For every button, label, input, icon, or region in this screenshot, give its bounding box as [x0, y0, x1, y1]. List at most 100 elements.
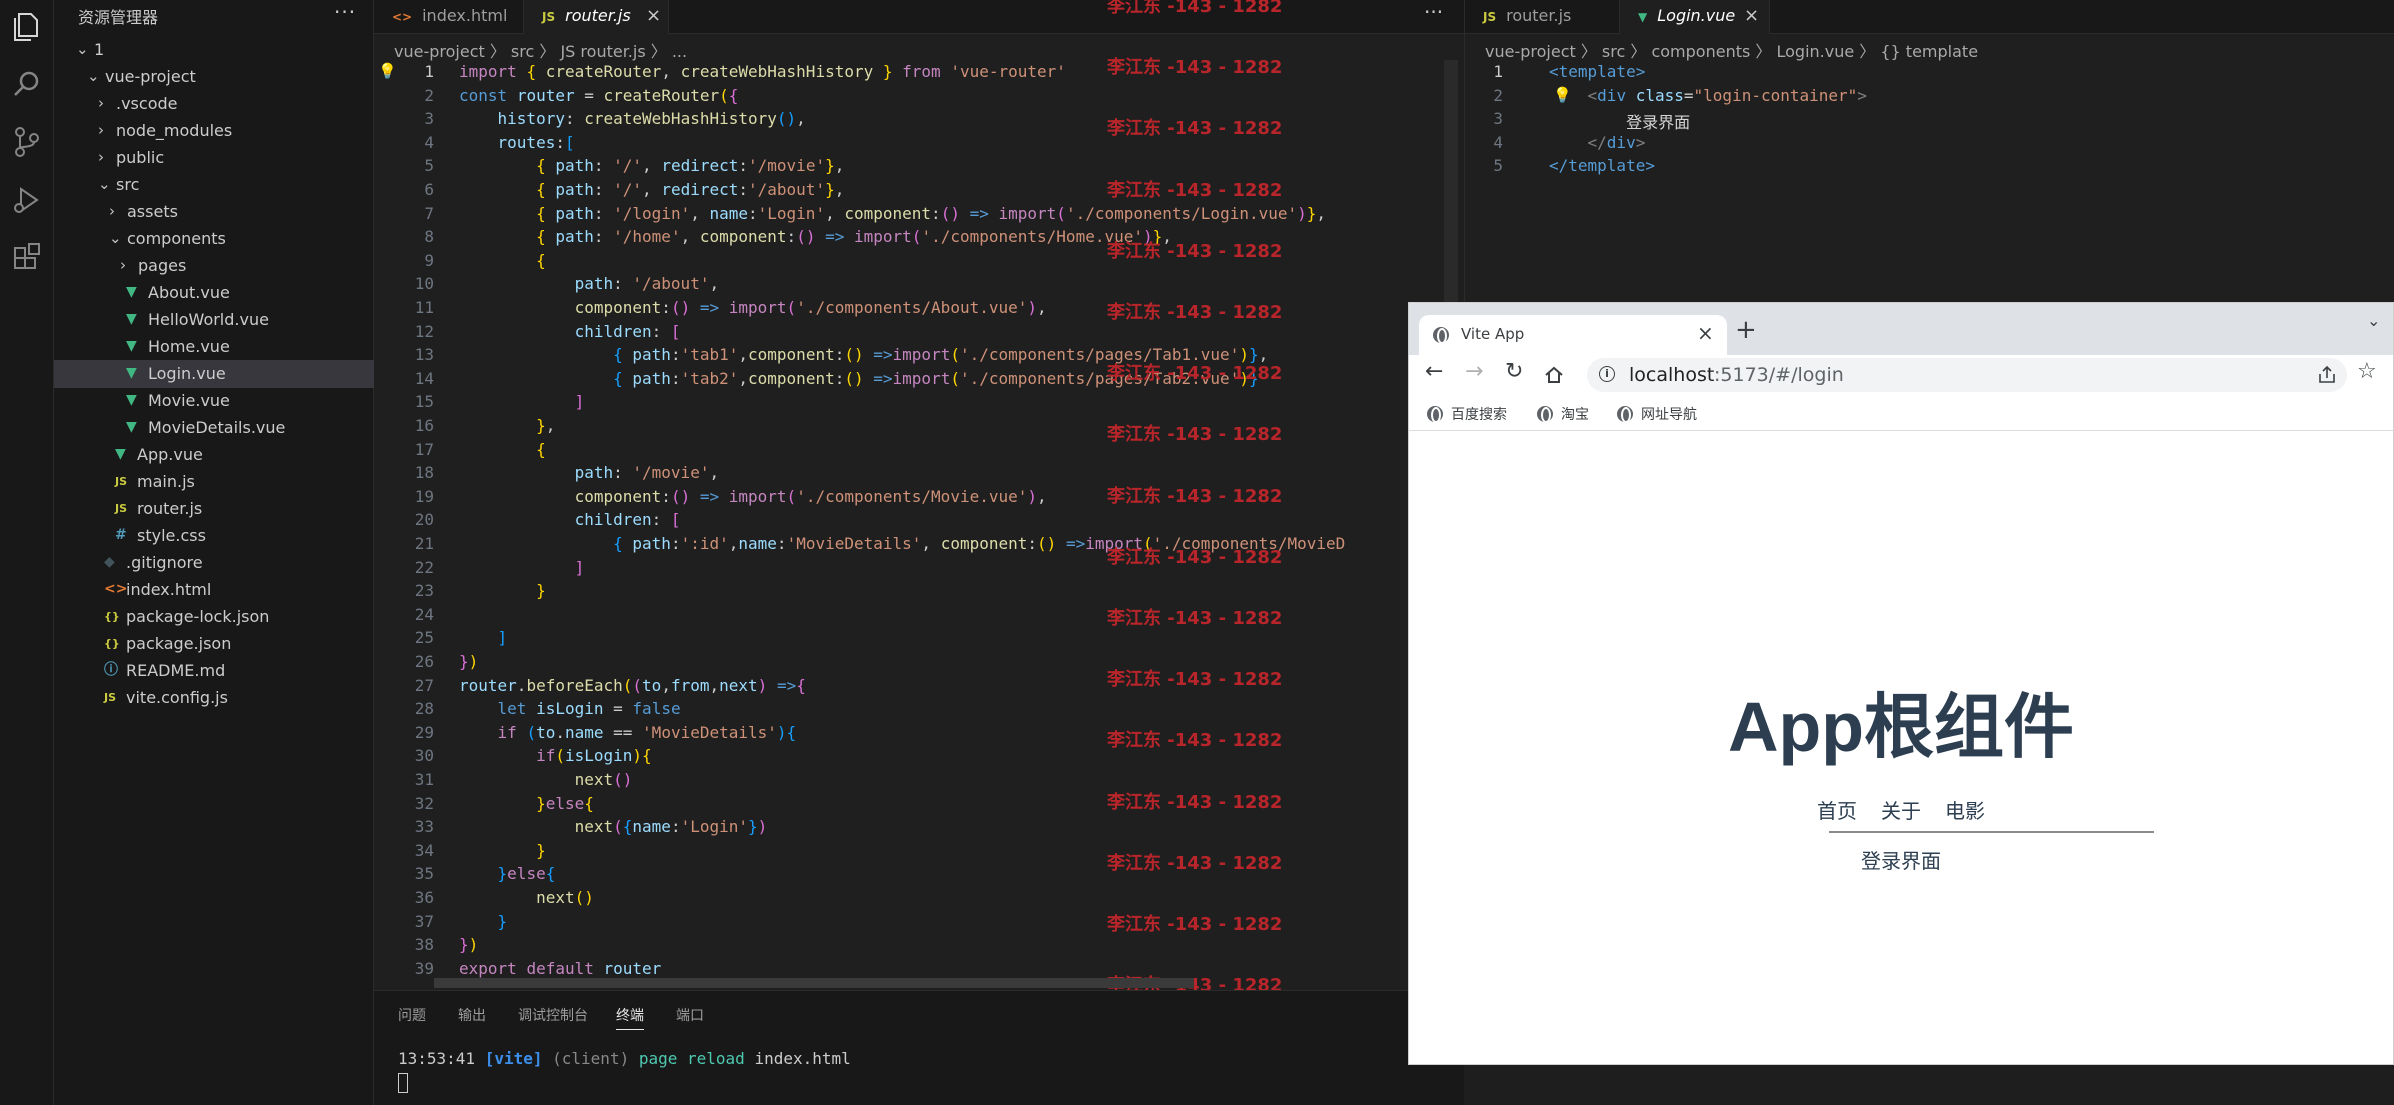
editor-more-icon[interactable]: ··· [1424, 0, 1443, 24]
back-icon[interactable]: ← [1425, 359, 1443, 384]
code-line[interactable]: router.beforeEach((to,from,next) =>{ [459, 676, 806, 695]
tree-item[interactable]: › pages [54, 252, 374, 280]
horizontal-scrollbar[interactable] [434, 978, 1194, 988]
nav-link-home[interactable]: 首页 [1817, 799, 1857, 823]
code-line[interactable]: <div class="login-container"> [1549, 86, 1867, 105]
bookmark-baidu[interactable]: 百度搜索 [1427, 404, 1507, 424]
browser-tab[interactable]: Vite App × [1419, 315, 1727, 355]
star-icon[interactable]: ☆ [2357, 359, 2377, 384]
lightbulb-icon[interactable]: 💡 [378, 62, 397, 80]
tree-item[interactable]: ▼ Movie.vue [54, 387, 374, 415]
code-line[interactable]: { path: '/login', name:'Login', componen… [459, 204, 1326, 223]
new-tab-button[interactable]: + [1735, 315, 1757, 345]
tree-item[interactable]: ⌄ 1 [54, 36, 374, 64]
code-line[interactable]: let isLogin = false [459, 699, 681, 718]
tree-item[interactable]: ▼ App.vue [54, 441, 374, 469]
code-line[interactable]: next({name:'Login'}) [459, 817, 768, 836]
breadcrumb[interactable]: vue-project 〉 src 〉 components 〉 Login.v… [1485, 38, 1978, 62]
breadcrumb[interactable]: vue-project 〉 src 〉 JS router.js 〉 ... [394, 38, 687, 62]
tree-item[interactable]: JS vite.config.js [54, 684, 374, 712]
code-line[interactable]: }) [459, 935, 478, 954]
panel-tab[interactable]: 终端 [616, 1005, 644, 1030]
code-line[interactable]: { [459, 251, 546, 270]
close-icon[interactable]: × [1744, 0, 1759, 32]
tree-item[interactable]: ▼ MovieDetails.vue [54, 414, 374, 442]
panel-tab[interactable]: 输出 [458, 1005, 486, 1025]
code-line[interactable]: children: [ [459, 510, 681, 529]
tree-item[interactable]: › assets [54, 198, 374, 226]
home-icon[interactable] [1543, 364, 1565, 386]
code-line[interactable]: path: '/movie', [459, 463, 720, 482]
panel-tab[interactable]: 端口 [676, 1005, 704, 1025]
code-line[interactable]: <template> [1549, 62, 1645, 81]
code-line[interactable]: ] [459, 392, 585, 411]
code-line[interactable]: next() [459, 888, 594, 907]
explorer-more-icon[interactable]: ··· [334, 0, 356, 24]
code-line[interactable]: if(isLogin){ [459, 746, 652, 765]
code-line[interactable]: }) [459, 652, 478, 671]
tab-router-js[interactable]: JS router.js × [524, 0, 669, 34]
code-line[interactable]: next() [459, 770, 633, 789]
tree-item[interactable]: # style.css [54, 522, 374, 550]
nav-link-about[interactable]: 关于 [1881, 799, 1921, 823]
tree-item[interactable]: ▼ Home.vue [54, 333, 374, 361]
explorer-icon[interactable] [7, 6, 47, 46]
code-line[interactable]: { path: '/home', component:() => import(… [459, 227, 1172, 246]
terminal-output[interactable]: 13:53:41 [vite] (client) page reload ind… [398, 1049, 851, 1068]
tree-item[interactable]: ⌄ vue-project [54, 63, 374, 91]
code-line[interactable]: path: '/about', [459, 274, 720, 293]
lightbulb-icon[interactable]: 💡 [1553, 86, 1572, 104]
code-line[interactable]: }else{ [459, 794, 594, 813]
code-line[interactable]: { path: '/', redirect:'/about'}, [459, 180, 844, 199]
code-line[interactable]: } [459, 841, 546, 860]
tree-item[interactable]: JS router.js [54, 495, 374, 523]
extensions-icon[interactable] [7, 240, 47, 280]
code-line[interactable]: const router = createRouter({ [459, 86, 738, 105]
panel-tab[interactable]: 调试控制台 [518, 1005, 588, 1025]
tab-router-js[interactable]: JS router.js [1465, 0, 1620, 34]
nav-link-movie[interactable]: 电影 [1945, 799, 1985, 823]
close-icon[interactable]: × [646, 0, 661, 32]
tree-item[interactable]: <> index.html [54, 576, 374, 604]
tab-index-html[interactable]: <> index.html [374, 0, 524, 34]
search-icon[interactable] [7, 64, 47, 104]
tree-item[interactable]: ⌄ components [54, 225, 374, 253]
source-control-icon[interactable] [7, 122, 47, 162]
code-line[interactable]: } [459, 581, 546, 600]
code-line[interactable]: }else{ [459, 864, 556, 883]
code-line[interactable]: component:() => import('./components/Abo… [459, 298, 1047, 317]
tree-item[interactable]: › node_modules [54, 117, 374, 145]
tree-item[interactable]: ⓘ README.md [54, 657, 374, 685]
code-line[interactable]: children: [ [459, 322, 681, 341]
tree-item[interactable]: › public [54, 144, 374, 172]
code-line[interactable]: component:() => import('./components/Mov… [459, 487, 1047, 506]
tree-item[interactable]: ▼ About.vue [54, 279, 374, 307]
bookmark-taobao[interactable]: 淘宝 [1537, 404, 1589, 424]
code-line[interactable]: </div> [1549, 133, 1646, 152]
code-line[interactable]: 登录界面 [1549, 109, 1690, 133]
tree-item[interactable]: JS main.js [54, 468, 374, 496]
info-icon[interactable]: i [1599, 366, 1615, 382]
tree-item[interactable]: › .vscode [54, 90, 374, 118]
chevron-down-icon[interactable]: ⌄ [2367, 311, 2380, 330]
code-line[interactable]: export default router [459, 959, 661, 978]
code-line[interactable]: ] [459, 558, 585, 577]
code-line[interactable]: }, [459, 416, 555, 435]
code-line[interactable]: { [459, 440, 546, 459]
tree-item[interactable]: ◆ .gitignore [54, 549, 374, 577]
address-bar[interactable]: i localhost:5173/#/login [1587, 358, 2347, 392]
run-debug-icon[interactable] [7, 180, 47, 220]
code-line[interactable]: routes:[ [459, 133, 575, 152]
tree-item[interactable]: ⌄ src [54, 171, 374, 199]
tab-login-vue[interactable]: ▼ Login.vue × [1620, 0, 1770, 34]
tree-item[interactable]: ▼ Login.vue [54, 360, 374, 388]
forward-icon[interactable]: → [1465, 359, 1483, 384]
code-line[interactable]: import { createRouter, createWebHashHist… [459, 62, 1066, 81]
share-icon[interactable] [2317, 365, 2337, 385]
code-line[interactable]: { path: '/', redirect:'/movie'}, [459, 156, 844, 175]
tree-item[interactable]: ▼ HelloWorld.vue [54, 306, 374, 334]
close-icon[interactable]: × [1697, 321, 1714, 345]
code-line[interactable]: } [459, 912, 508, 931]
code-line[interactable]: ] [459, 628, 508, 647]
panel-tab[interactable]: 问题 [398, 1005, 426, 1025]
